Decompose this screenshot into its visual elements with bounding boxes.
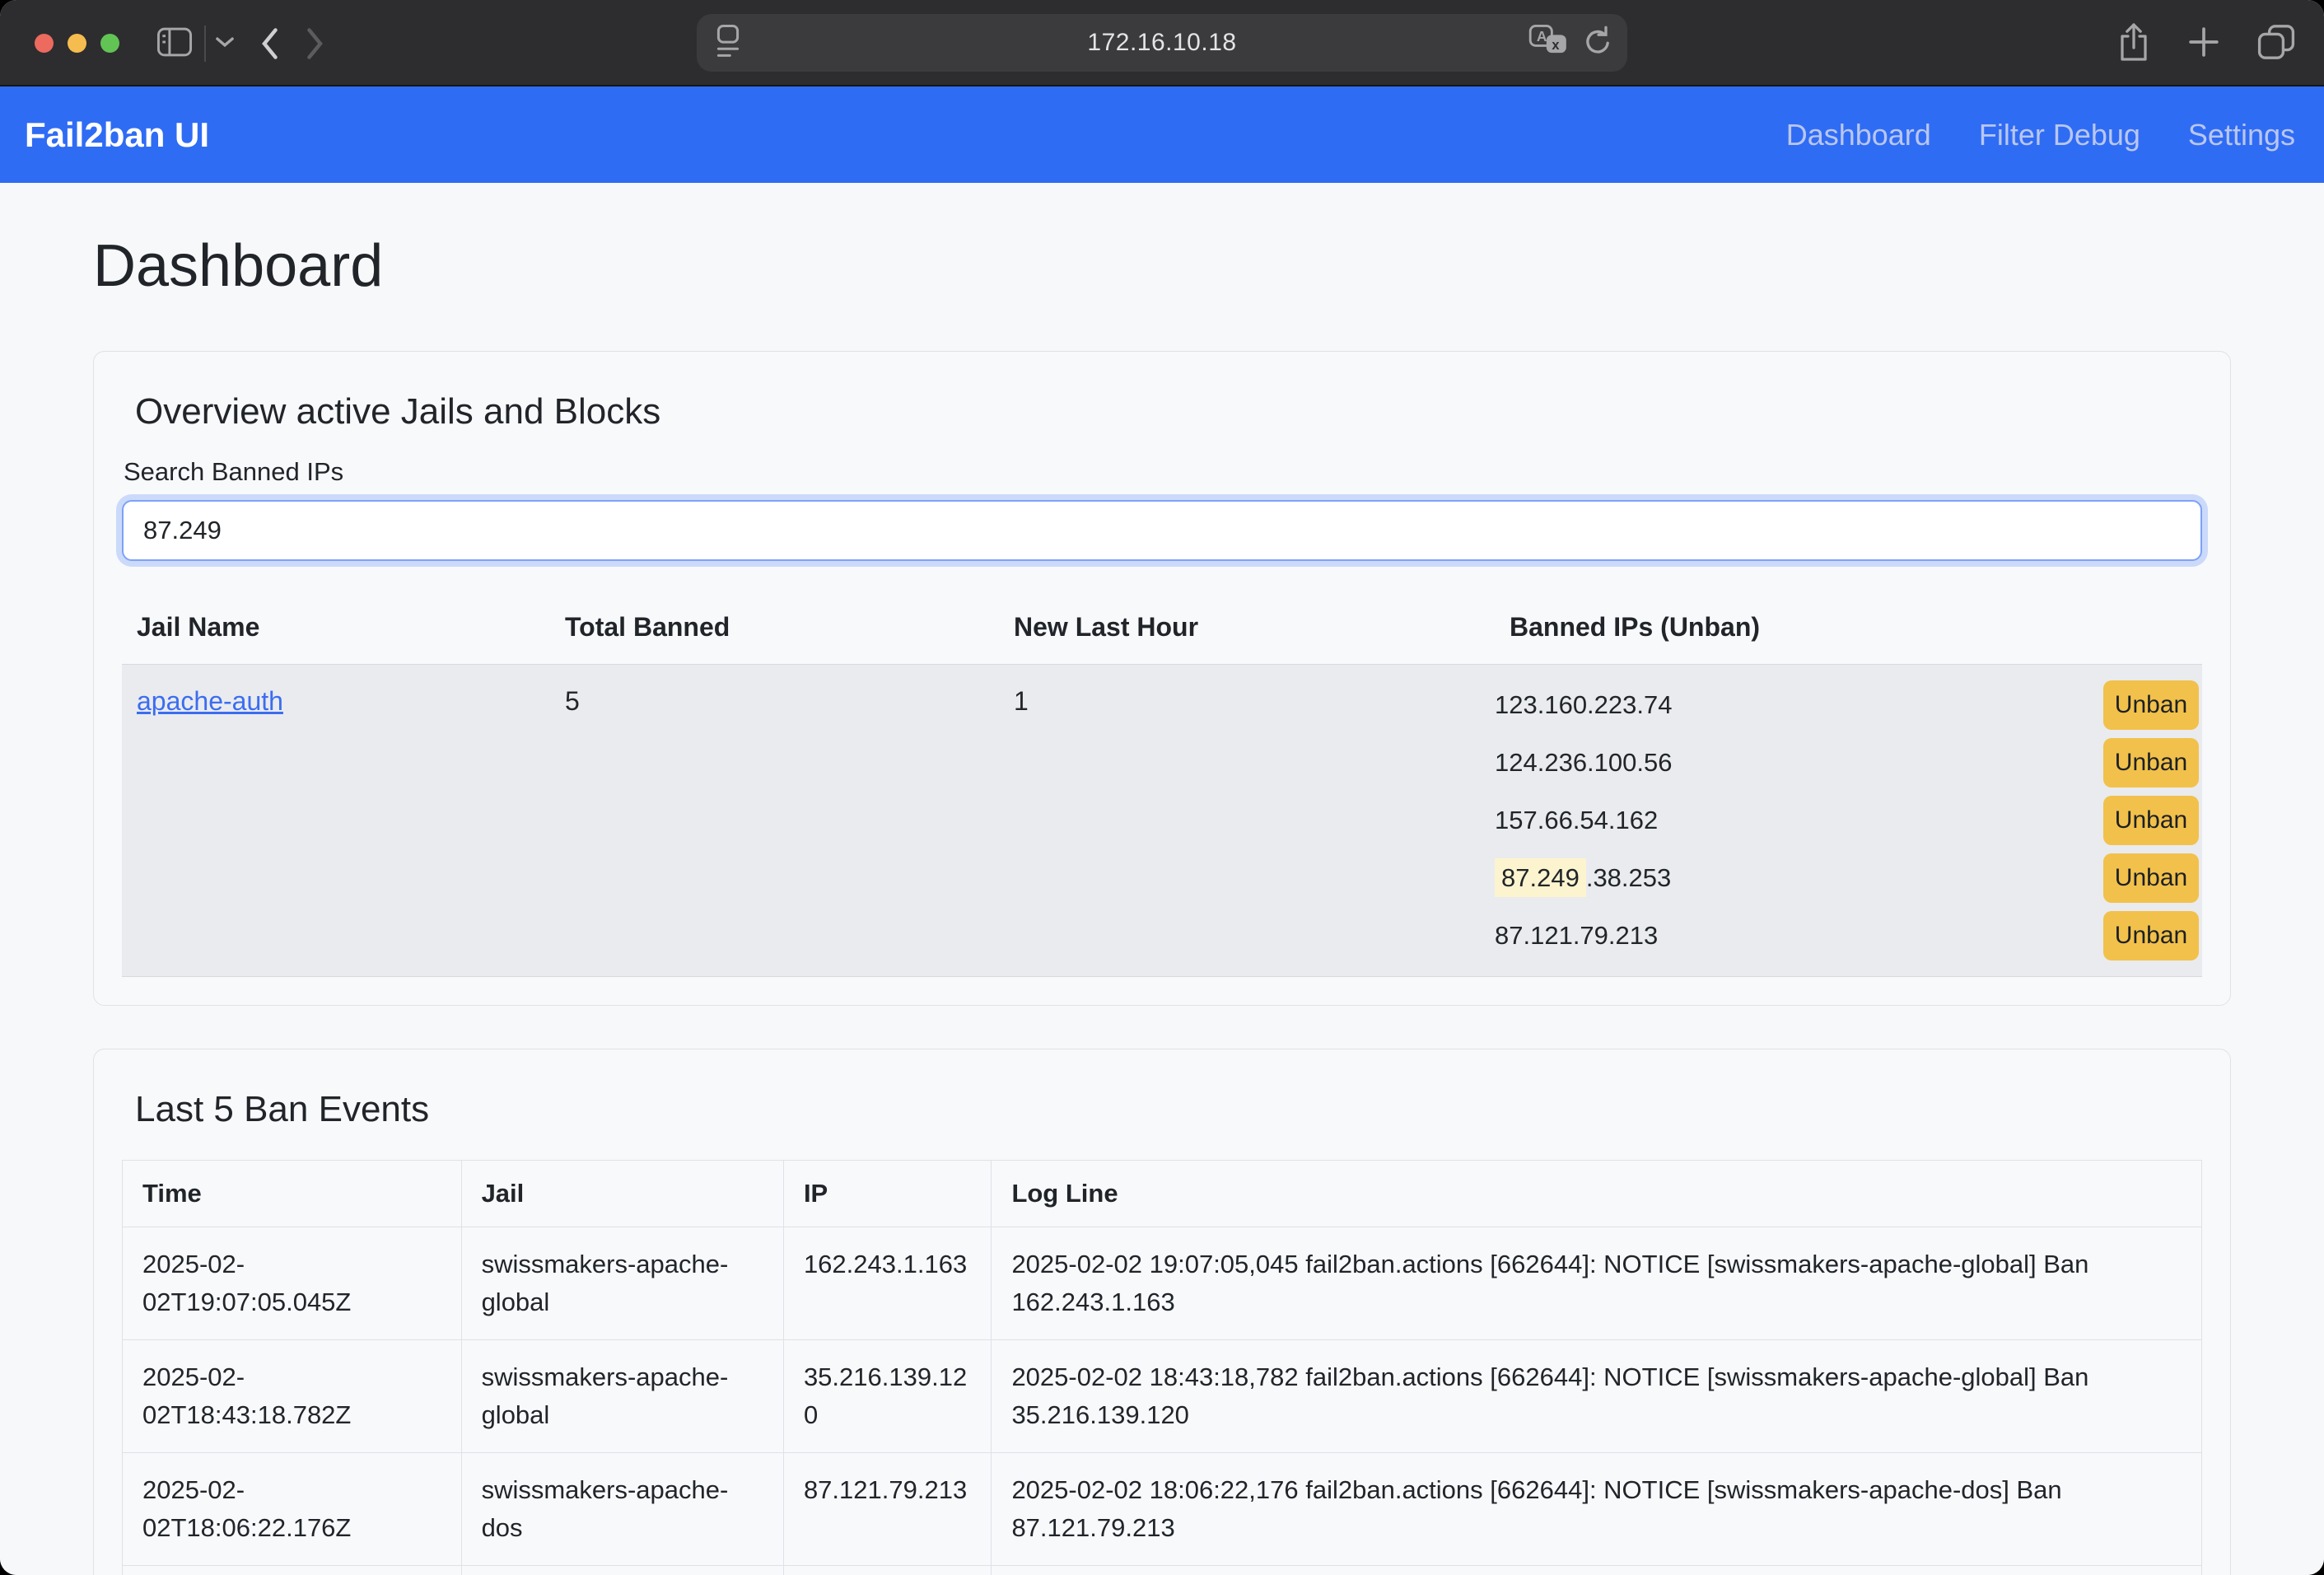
tab-overview-icon: [2256, 23, 2296, 63]
toolbar-left-controls: [156, 0, 328, 86]
event-jail: apache-auth: [461, 1566, 783, 1575]
jail-name-link[interactable]: apache-auth: [137, 686, 283, 716]
minimize-window-button[interactable]: [68, 34, 86, 53]
sidebar-menu-button[interactable]: [214, 35, 236, 52]
event-log-line: 2025-02-02 19:07:05,045 fail2ban.actions…: [992, 1227, 2202, 1340]
event-time: 2025-02-02T18:06:01.306Z: [123, 1566, 462, 1575]
nav-link-dashboard[interactable]: Dashboard: [1786, 118, 1931, 152]
sidebar-icon: [156, 26, 193, 61]
event-ip: 35.216.139.120: [783, 1340, 992, 1453]
forward-icon: [303, 26, 328, 61]
unban-button[interactable]: Unban: [2103, 853, 2199, 903]
banned-ip-address: 123.160.223.74: [1495, 690, 1673, 720]
page-content: Dashboard Overview active Jails and Bloc…: [0, 183, 2324, 1575]
back-button[interactable]: [257, 26, 282, 61]
unban-button[interactable]: Unban: [2103, 796, 2199, 845]
url-text[interactable]: 172.16.10.18: [697, 29, 1627, 57]
banned-ip-item: 87.249.38.253 Unban: [1495, 849, 2199, 907]
address-bar[interactable]: 172.16.10.18 A x: [697, 14, 1627, 72]
search-banned-ips-input[interactable]: [122, 500, 2202, 561]
ban-event-row: 2025-02-02T19:07:05.045Z swissmakers-apa…: [123, 1227, 2202, 1340]
plus-icon: [2186, 24, 2222, 63]
share-button[interactable]: [2116, 21, 2151, 66]
ban-event-row: 2025-02-02T18:43:18.782Z swissmakers-apa…: [123, 1340, 2202, 1453]
total-banned-value: 5: [550, 665, 999, 976]
unban-button[interactable]: Unban: [2103, 680, 2199, 730]
browser-window: 172.16.10.18 A x: [0, 0, 2324, 1575]
overview-card-title: Overview active Jails and Blocks: [135, 391, 2202, 432]
event-ip: 87.121.79.213: [783, 1566, 992, 1575]
ban-event-row: 2025-02-02T18:06:22.176Z swissmakers-apa…: [123, 1453, 2202, 1566]
svg-text:x: x: [1552, 37, 1559, 52]
tab-overview-button[interactable]: [2256, 23, 2296, 63]
ban-event-row: 2025-02-02T18:06:01.306Z apache-auth 87.…: [123, 1566, 2202, 1575]
nav-link-filter-debug[interactable]: Filter Debug: [1979, 118, 2140, 152]
col-header-banned-ips: Banned IPs (Unban): [1495, 594, 2202, 664]
ban-events-card-title: Last 5 Ban Events: [135, 1089, 2202, 1130]
translate-icon[interactable]: A x: [1528, 24, 1568, 63]
event-ip: 162.243.1.163: [783, 1227, 992, 1340]
banned-ip-item: 87.121.79.213 Unban: [1495, 907, 2199, 965]
brand-link[interactable]: Fail2ban UI: [25, 115, 209, 155]
reader-icon[interactable]: [712, 23, 744, 63]
ban-events-card: Last 5 Ban Events Time Jail IP Log Line …: [93, 1049, 2231, 1575]
sidebar-toggle-button[interactable]: [156, 26, 193, 61]
banned-ip-address: 124.236.100.56: [1495, 748, 1673, 778]
banned-ip-address: 157.66.54.162: [1495, 806, 1658, 835]
banned-ips-list: 123.160.223.74 Unban 124.236.100.56 Unba…: [1495, 665, 2202, 976]
jails-table: Jail Name Total Banned New Last Hour Ban…: [122, 594, 2202, 977]
col-header-new-last-hour: New Last Hour: [999, 594, 1495, 664]
col-header-jail: Jail: [461, 1161, 783, 1227]
toolbar-divider: [204, 26, 206, 62]
col-header-log-line: Log Line: [992, 1161, 2202, 1227]
banned-ip-item: 123.160.223.74 Unban: [1495, 676, 2199, 734]
col-header-total-banned: Total Banned: [550, 594, 999, 664]
event-log-line: 2025-02-02 18:06:01,306 fail2ban.actions…: [992, 1566, 2202, 1575]
traffic-lights: [35, 34, 119, 53]
unban-button[interactable]: Unban: [2103, 911, 2199, 960]
event-jail: swissmakers-apache-dos: [461, 1453, 783, 1566]
jail-row: apache-auth 5 1 123.160.223.74 Unban 124…: [122, 664, 2202, 977]
banned-ip-item: 124.236.100.56 Unban: [1495, 734, 2199, 792]
event-log-line: 2025-02-02 18:06:22,176 fail2ban.actions…: [992, 1453, 2202, 1566]
col-header-time: Time: [123, 1161, 462, 1227]
event-ip: 87.121.79.213: [783, 1453, 992, 1566]
page-title: Dashboard: [93, 232, 2231, 300]
unban-button[interactable]: Unban: [2103, 738, 2199, 788]
banned-ip-address: 87.121.79.213: [1495, 921, 1658, 951]
search-banned-ips-label: Search Banned IPs: [124, 457, 2202, 487]
ban-events-header-row: Time Jail IP Log Line: [123, 1161, 2202, 1227]
nav-link-settings[interactable]: Settings: [2188, 118, 2295, 152]
banned-ip-item: 157.66.54.162 Unban: [1495, 792, 2199, 849]
ban-events-table: Time Jail IP Log Line 2025-02-02T19:07:0…: [122, 1160, 2202, 1575]
event-jail: swissmakers-apache-global: [461, 1340, 783, 1453]
zoom-window-button[interactable]: [100, 34, 119, 53]
col-header-ip: IP: [783, 1161, 992, 1227]
back-icon: [257, 26, 282, 61]
browser-toolbar: 172.16.10.18 A x: [0, 0, 2324, 86]
event-time: 2025-02-02T18:43:18.782Z: [123, 1340, 462, 1453]
banned-ip-address: 87.249.38.253: [1495, 863, 1671, 893]
event-log-line: 2025-02-02 18:43:18,782 fail2ban.actions…: [992, 1340, 2202, 1453]
jails-table-header: Jail Name Total Banned New Last Hour Ban…: [122, 594, 2202, 664]
col-header-jail-name: Jail Name: [122, 594, 550, 664]
app-navbar: Fail2ban UI Dashboard Filter Debug Setti…: [0, 86, 2324, 183]
chevron-down-icon: [214, 35, 236, 52]
event-time: 2025-02-02T18:06:22.176Z: [123, 1453, 462, 1566]
search-match-highlight: 87.249: [1495, 858, 1586, 897]
close-window-button[interactable]: [35, 34, 54, 53]
svg-text:A: A: [1537, 28, 1547, 44]
share-icon: [2116, 21, 2151, 66]
event-time: 2025-02-02T19:07:05.045Z: [123, 1227, 462, 1340]
overview-card: Overview active Jails and Blocks Search …: [93, 351, 2231, 1006]
forward-button[interactable]: [303, 26, 328, 61]
nav-links: Dashboard Filter Debug Settings: [1786, 118, 2295, 152]
event-jail: swissmakers-apache-global: [461, 1227, 783, 1340]
reload-icon[interactable]: [1581, 23, 1614, 63]
new-tab-button[interactable]: [2186, 24, 2222, 63]
toolbar-right-controls: [2116, 0, 2296, 86]
new-last-hour-value: 1: [999, 665, 1495, 976]
